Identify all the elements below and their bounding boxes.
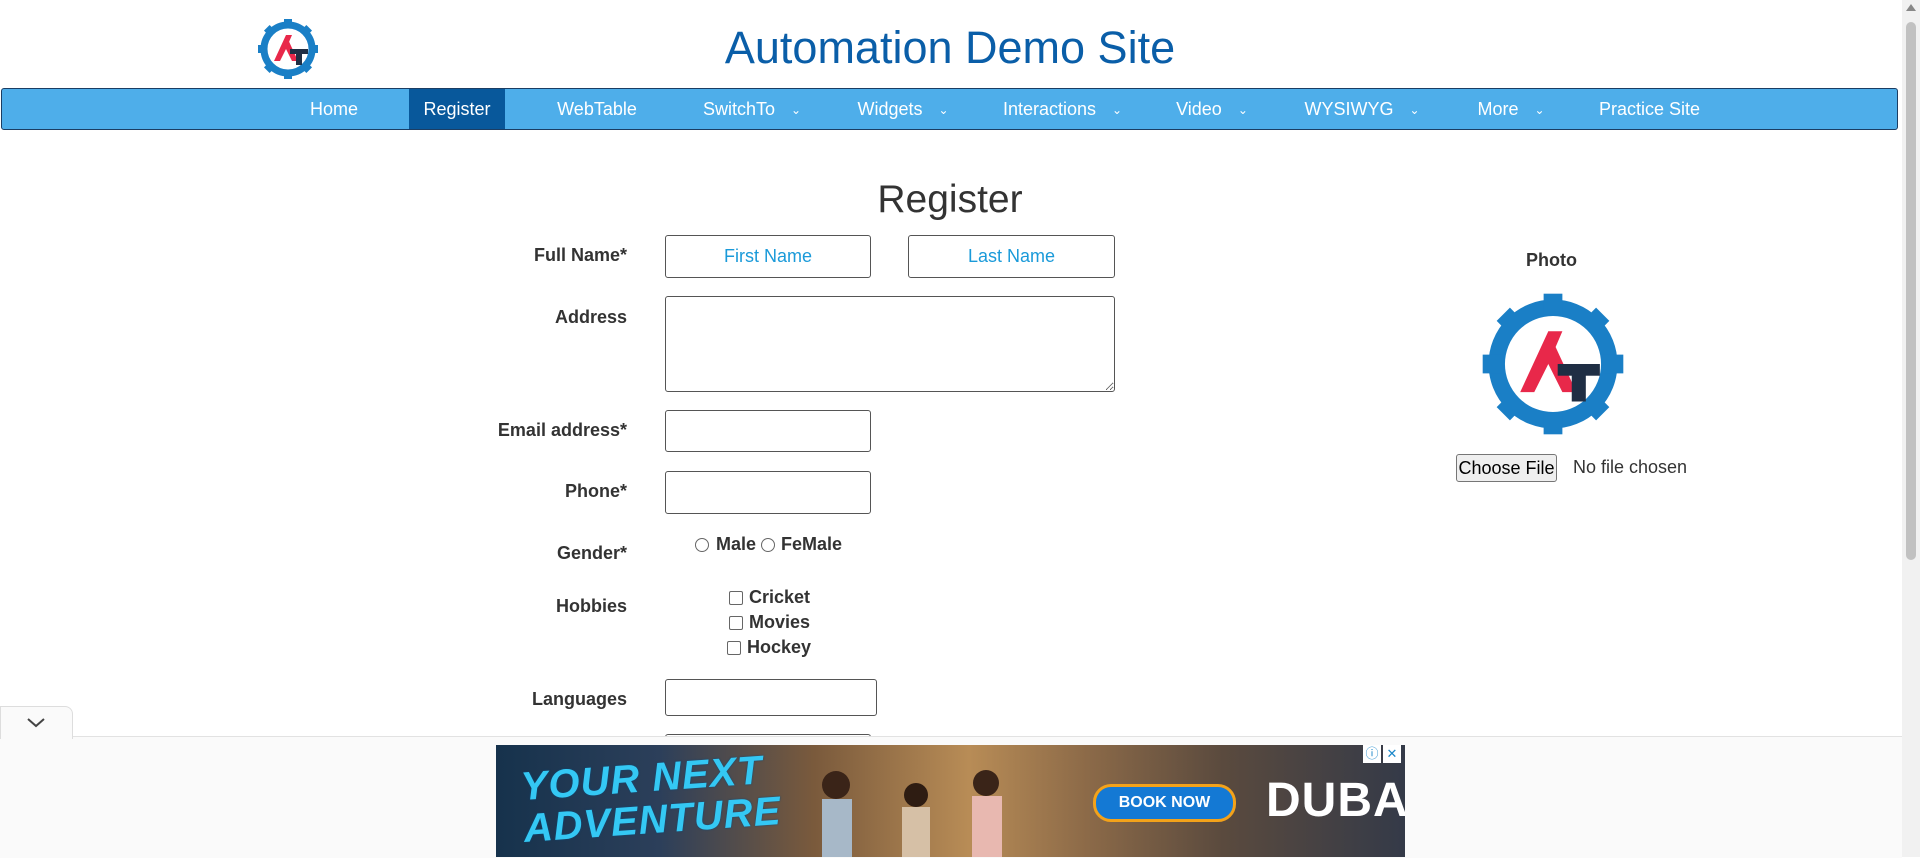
- nav-widgets[interactable]: Widgets ⌄: [847, 89, 959, 129]
- chevron-down-icon: ⌄: [790, 103, 802, 118]
- languages-label: Languages: [531, 689, 627, 709]
- hobby-hockey-label: Hockey: [747, 637, 812, 657]
- phone-label: Phone*: [564, 481, 627, 501]
- ad-info-icon[interactable]: ⓘ: [1363, 745, 1381, 763]
- nav-more-label: More: [1477, 99, 1519, 119]
- dubai-ad-banner[interactable]: YOUR NEXT ADVENTURE BOOK NOW DUBAI ⓘ ✕: [496, 745, 1405, 857]
- chevron-down-icon: [27, 718, 45, 728]
- ad-brand-logo: DUBAI: [1266, 774, 1405, 827]
- address-label: Address: [554, 307, 627, 327]
- hobby-movies-label: Movies: [749, 612, 811, 632]
- nav-home[interactable]: Home: [290, 89, 378, 129]
- nav-webtable[interactable]: WebTable: [542, 89, 652, 129]
- first-name-input[interactable]: [665, 235, 871, 278]
- nav-register-label: Register: [423, 99, 491, 119]
- nav-switchto[interactable]: SwitchTo ⌄: [692, 89, 812, 129]
- photo-label: Photo: [1526, 250, 1577, 270]
- ad-close-icon[interactable]: ✕: [1383, 745, 1401, 763]
- nav-practice-site[interactable]: Practice Site: [1592, 89, 1707, 129]
- nav-more[interactable]: More ⌄: [1465, 89, 1557, 129]
- nav-interactions[interactable]: Interactions ⌄: [995, 89, 1130, 129]
- ad-collapse-tab[interactable]: [0, 706, 73, 739]
- choose-file-button[interactable]: Choose File: [1456, 454, 1557, 482]
- gender-male-radio[interactable]: [695, 538, 709, 552]
- email-input[interactable]: [665, 410, 871, 452]
- nav-video[interactable]: Video ⌄: [1167, 89, 1257, 129]
- hobby-cricket-label: Cricket: [749, 587, 811, 607]
- languages-multiselect[interactable]: [665, 679, 877, 716]
- ad-book-now-button[interactable]: BOOK NOW: [1093, 784, 1236, 822]
- nav-wysiwyg[interactable]: WYSIWYG ⌄: [1297, 89, 1427, 129]
- full-name-label: Full Name*: [533, 245, 627, 265]
- chevron-down-icon: ⌄: [1237, 103, 1248, 118]
- file-status-text: No file chosen: [1573, 457, 1688, 477]
- gender-female-label: FeMale: [781, 534, 843, 554]
- hobbies-label: Hobbies: [555, 596, 627, 616]
- chevron-down-icon: ⌄: [1112, 103, 1123, 118]
- ad-headline: YOUR NEXT ADVENTURE: [519, 748, 783, 851]
- address-textarea[interactable]: [665, 296, 1115, 392]
- chevron-down-icon: ⌄: [1409, 103, 1420, 118]
- email-label: Email address*: [497, 420, 627, 440]
- nav-webtable-label: WebTable: [557, 99, 637, 119]
- hobby-movies-checkbox[interactable]: [729, 616, 743, 630]
- nav-switchto-label: SwitchTo: [702, 99, 775, 119]
- photo-preview-logo: [1482, 293, 1624, 435]
- ad-photo-people: [822, 770, 1002, 857]
- chevron-down-icon: ⌄: [1534, 103, 1545, 118]
- nav-register[interactable]: Register: [409, 89, 505, 129]
- nav-home-label: Home: [309, 99, 358, 119]
- nav-video-label: Video: [1176, 99, 1222, 119]
- chevron-down-icon: ⌄: [938, 103, 949, 118]
- gender-male-label: Male: [716, 534, 757, 554]
- nav-wysiwyg-label: WYSIWYG: [1304, 99, 1394, 119]
- phone-input[interactable]: [665, 471, 871, 514]
- scrollbar-thumb[interactable]: [1906, 22, 1916, 560]
- hobby-cricket-checkbox[interactable]: [729, 591, 743, 605]
- hobby-hockey-checkbox[interactable]: [727, 641, 741, 655]
- gender-female-radio[interactable]: [761, 538, 775, 552]
- last-name-input[interactable]: [908, 235, 1115, 278]
- page-scrollbar[interactable]: [1902, 0, 1920, 857]
- main-navbar: Home Register WebTable SwitchTo ⌄ Widgets…: [1, 88, 1898, 130]
- nav-interactions-label: Interactions: [1002, 99, 1096, 119]
- gender-label: Gender*: [556, 543, 627, 563]
- scroll-up-arrow-icon[interactable]: [1906, 4, 1916, 11]
- page-title: Register: [877, 178, 1023, 221]
- nav-widgets-label: Widgets: [857, 99, 923, 119]
- site-title: Automation Demo Site: [724, 22, 1176, 73]
- nav-practice-site-label: Practice Site: [1598, 99, 1701, 119]
